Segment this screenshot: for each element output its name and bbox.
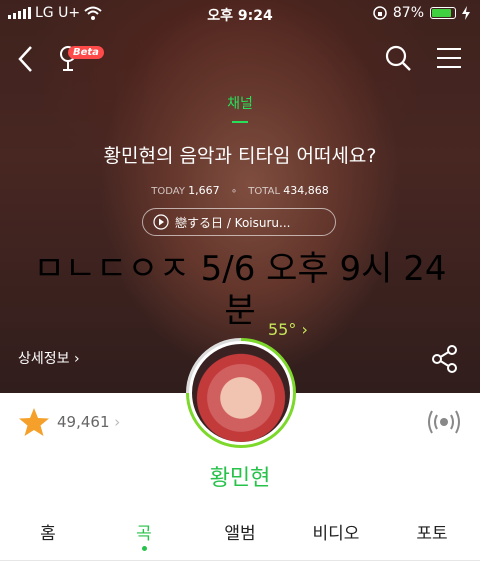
battery-percent: 87% bbox=[392, 5, 424, 21]
share-icon[interactable] bbox=[430, 344, 460, 374]
star-icon[interactable] bbox=[18, 406, 50, 438]
tab-songs-label: 곡 bbox=[136, 524, 152, 544]
detail-link[interactable]: 상세정보 › bbox=[18, 348, 80, 368]
tab-videos-label: 비디오 bbox=[312, 524, 360, 544]
today-value: 1,667 bbox=[188, 184, 220, 197]
today-label: TODAY bbox=[151, 186, 185, 197]
channel-label: 채널 bbox=[227, 96, 253, 112]
temperature-label: 55° › bbox=[268, 320, 308, 339]
bottom-divider bbox=[0, 560, 480, 561]
artist-name: 황민현 bbox=[209, 466, 271, 491]
rotation-lock-icon bbox=[373, 6, 387, 20]
play-icon bbox=[153, 214, 169, 230]
likes-value: 49,461 bbox=[57, 413, 110, 431]
total-value: 434,868 bbox=[283, 184, 329, 197]
total-label: TOTAL bbox=[248, 186, 281, 197]
charging-icon bbox=[462, 6, 470, 20]
status-bar: LG U+ 오후 9:24 87% bbox=[0, 0, 480, 28]
temperature-value: 55° bbox=[268, 320, 297, 339]
tab-home[interactable]: 홈 bbox=[0, 510, 96, 562]
now-playing-pill[interactable]: 戀する日 / Koisuru... bbox=[142, 208, 336, 236]
tab-photos-label: 포토 bbox=[416, 524, 448, 544]
tab-videos[interactable]: 비디오 bbox=[288, 510, 384, 562]
radio-broadcast-icon[interactable] bbox=[424, 406, 464, 438]
channel-underline bbox=[232, 121, 248, 123]
tab-bar: 홈 곡 앨범 비디오 포토 bbox=[0, 510, 480, 562]
stats-separator: ∘ bbox=[230, 186, 238, 197]
tab-songs[interactable]: 곡 bbox=[96, 510, 192, 562]
tab-photos[interactable]: 포토 bbox=[384, 510, 480, 562]
tab-home-label: 홈 bbox=[40, 524, 56, 544]
menu-icon[interactable] bbox=[436, 46, 462, 70]
now-playing-title: 戀する日 / Koisuru... bbox=[175, 215, 291, 230]
search-icon[interactable] bbox=[384, 44, 412, 72]
battery-icon bbox=[430, 7, 456, 19]
likes-count[interactable]: 49,461 › bbox=[57, 413, 120, 431]
overlay-text: ㅁㄴㄷㅇㅈ 5/6 오후 9시 24분 bbox=[33, 249, 447, 331]
active-tab-indicator bbox=[142, 546, 147, 551]
beta-badge: Beta bbox=[68, 46, 104, 59]
status-right: 87% bbox=[373, 5, 470, 21]
tab-albums-label: 앨범 bbox=[224, 524, 256, 544]
artist-avatar[interactable] bbox=[186, 338, 296, 448]
channel-hero: LG U+ 오후 9:24 87% Beta 채널 황민현의 음악과 티타임 어… bbox=[0, 0, 480, 393]
channel-stats: TODAY 1,667 ∘ TOTAL 434,868 bbox=[0, 184, 480, 197]
tab-albums[interactable]: 앨범 bbox=[192, 510, 288, 562]
detail-link-label: 상세정보 bbox=[18, 351, 70, 367]
back-icon[interactable] bbox=[14, 44, 38, 74]
channel-title: 황민현의 음악과 티타임 어떠세요? bbox=[103, 145, 377, 167]
avatar-image bbox=[189, 341, 293, 445]
